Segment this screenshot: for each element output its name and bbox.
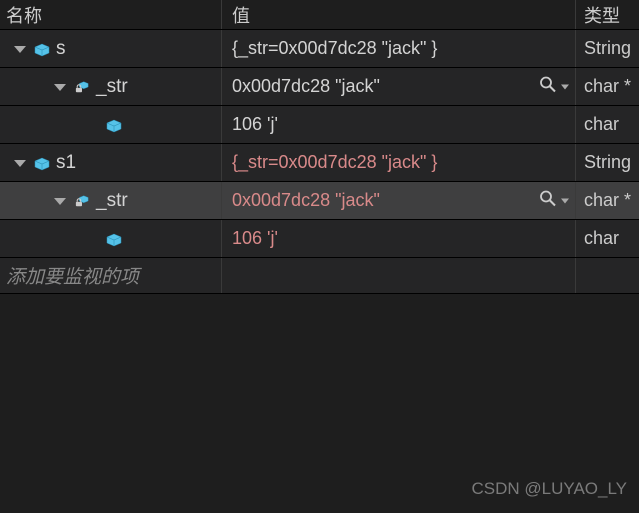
- table-row[interactable]: _str 0x00d7dc28 "jack" char *: [0, 182, 639, 220]
- name-cell[interactable]: s1: [0, 144, 222, 181]
- table-row[interactable]: 106 'j' char: [0, 106, 639, 144]
- magnify-icon: [539, 189, 557, 212]
- variable-value: 106 'j': [232, 114, 278, 135]
- cube-icon: [34, 42, 50, 56]
- cube-icon: [34, 156, 50, 170]
- variable-value: 0x00d7dc28 "jack": [232, 190, 380, 211]
- type-cell: String: [576, 30, 639, 67]
- add-watch-row: 添加要监视的项: [0, 258, 639, 294]
- type-cell: char *: [576, 182, 639, 219]
- type-cell: char: [576, 220, 639, 257]
- value-cell[interactable]: {_str=0x00d7dc28 "jack" }: [222, 30, 576, 67]
- name-cell[interactable]: [0, 220, 222, 257]
- lock-cube-icon: [74, 193, 90, 209]
- type-cell: char: [576, 106, 639, 143]
- watch-table: 名称 值 类型 s {_str=0x00d7dc28 "jack" } String…: [0, 0, 639, 294]
- type-cell: char *: [576, 68, 639, 105]
- header-row: 名称 值 类型: [0, 0, 639, 30]
- name-cell[interactable]: [0, 106, 222, 143]
- cube-icon: [106, 232, 122, 246]
- value-cell[interactable]: 106 'j': [222, 220, 576, 257]
- variable-name: s: [56, 38, 66, 60]
- table-row[interactable]: _str 0x00d7dc28 "jack" char *: [0, 68, 639, 106]
- visualizer-button[interactable]: [539, 189, 569, 212]
- magnify-icon: [539, 75, 557, 98]
- variable-value: 106 'j': [232, 228, 278, 249]
- watermark: CSDN @LUYAO_LY: [471, 479, 627, 499]
- lock-cube-icon: [74, 79, 90, 95]
- variable-name: s1: [56, 152, 76, 174]
- visualizer-button[interactable]: [539, 75, 569, 98]
- variable-value: 0x00d7dc28 "jack": [232, 76, 380, 97]
- value-cell[interactable]: {_str=0x00d7dc28 "jack" }: [222, 144, 576, 181]
- name-cell[interactable]: _str: [0, 182, 222, 219]
- header-name[interactable]: 名称: [0, 0, 222, 29]
- variable-value: {_str=0x00d7dc28 "jack" }: [232, 38, 437, 59]
- type-cell: String: [576, 144, 639, 181]
- variable-value: {_str=0x00d7dc28 "jack" }: [232, 152, 437, 173]
- table-row[interactable]: 106 'j' char: [0, 220, 639, 258]
- expander-icon[interactable]: [54, 84, 66, 91]
- name-cell[interactable]: _str: [0, 68, 222, 105]
- table-row[interactable]: s {_str=0x00d7dc28 "jack" } String: [0, 30, 639, 68]
- add-watch-input[interactable]: 添加要监视的项: [0, 258, 222, 293]
- variable-name: _str: [96, 76, 128, 98]
- expander-icon[interactable]: [14, 46, 26, 53]
- cube-icon: [106, 118, 122, 132]
- add-watch-value-cell: [222, 258, 576, 293]
- chevron-down-icon[interactable]: [561, 84, 569, 89]
- expander-icon[interactable]: [54, 198, 66, 205]
- name-cell[interactable]: s: [0, 30, 222, 67]
- header-type[interactable]: 类型: [576, 0, 639, 29]
- value-cell[interactable]: 0x00d7dc28 "jack": [222, 68, 576, 105]
- expander-icon[interactable]: [14, 160, 26, 167]
- value-cell[interactable]: 106 'j': [222, 106, 576, 143]
- table-row[interactable]: s1 {_str=0x00d7dc28 "jack" } String: [0, 144, 639, 182]
- variable-name: _str: [96, 190, 128, 212]
- value-cell[interactable]: 0x00d7dc28 "jack": [222, 182, 576, 219]
- chevron-down-icon[interactable]: [561, 198, 569, 203]
- header-value[interactable]: 值: [222, 0, 576, 29]
